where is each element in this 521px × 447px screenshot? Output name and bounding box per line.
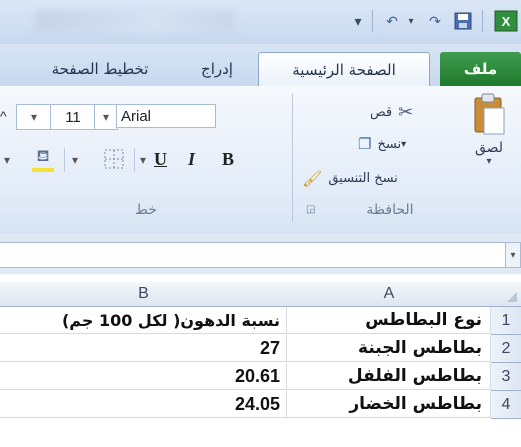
- scissors-icon: ✂: [398, 101, 414, 123]
- cell-a3[interactable]: بطاطس الفلفل: [287, 363, 491, 390]
- row-header-2[interactable]: 2: [491, 335, 521, 363]
- font-name-field[interactable]: Arial: [116, 104, 216, 128]
- format-painter-label: نسخ التنسيق: [328, 170, 398, 186]
- copy-dropdown-icon: ▾: [401, 138, 407, 150]
- underline-button[interactable]: U: [154, 146, 167, 172]
- cell-b1[interactable]: نسبة الدهون( لكل 100 جم): [0, 307, 287, 334]
- font-size-dropdown-icon[interactable]: ▾: [16, 104, 52, 130]
- save-icon[interactable]: [450, 10, 476, 32]
- bold-button[interactable]: B: [222, 146, 234, 172]
- tab-insert[interactable]: إدراج: [186, 52, 248, 86]
- tab-home[interactable]: الصفحة الرئيسية: [258, 52, 430, 87]
- cell-b4[interactable]: 24.05: [0, 391, 287, 418]
- ribbon: لصق ▾ ✂ قص ▾ نسخ ❐ نسخ التنسيق 🖌 الحافظة…: [0, 86, 521, 235]
- clipboard-launcher-icon[interactable]: ◲: [306, 204, 315, 215]
- cell-a2[interactable]: بطاطس الجبنة: [287, 335, 491, 362]
- font-color-dropdown-icon[interactable]: ▾: [4, 148, 10, 172]
- brush-icon: 🖌: [302, 168, 323, 188]
- clipboard-group-label: الحافظة: [366, 202, 414, 218]
- grow-font-icon[interactable]: ^: [0, 104, 8, 128]
- customize-toolbar-icon[interactable]: ▾: [348, 10, 368, 32]
- font-group-label: خط: [135, 202, 157, 218]
- cut-label: قص: [370, 104, 393, 120]
- fill-color-button[interactable]: ⛾: [30, 144, 56, 174]
- formula-bar: ▾: [0, 234, 521, 275]
- cell-a1[interactable]: نوع البطاطس: [287, 307, 491, 334]
- font-name-dropdown-icon[interactable]: ▾: [94, 104, 118, 130]
- redo-icon[interactable]: ↷: [422, 10, 448, 32]
- quick-access-toolbar: ▾ ↶ ▾ ↷ X: [0, 0, 521, 44]
- paste-icon: [474, 93, 505, 135]
- paste-button[interactable]: لصق ▾: [460, 92, 518, 188]
- row-header-3[interactable]: 3: [491, 363, 521, 391]
- select-all-corner[interactable]: [491, 282, 521, 307]
- format-painter-button[interactable]: نسخ التنسيق 🖌: [302, 166, 398, 190]
- underline-dropdown-icon[interactable]: ▾: [140, 148, 146, 172]
- column-header-b[interactable]: B: [0, 282, 288, 307]
- column-header-a[interactable]: A: [287, 282, 492, 307]
- formula-bar-expand-icon[interactable]: ▾: [505, 242, 521, 268]
- row-header-1[interactable]: 1: [491, 307, 521, 335]
- formula-input[interactable]: [0, 242, 507, 268]
- cell-a4[interactable]: بطاطس الخضار: [287, 391, 491, 418]
- fill-color-bar: [32, 167, 54, 172]
- excel-logo-icon: X: [490, 10, 521, 32]
- cut-button[interactable]: ✂ قص: [370, 100, 413, 124]
- tab-file[interactable]: ملف: [440, 52, 521, 86]
- undo-dropdown-icon[interactable]: ▾: [404, 10, 418, 32]
- font-size-field[interactable]: 11: [50, 104, 96, 130]
- cell-b2[interactable]: 27: [0, 335, 287, 362]
- svg-text:X: X: [501, 14, 510, 29]
- fill-bucket-icon: ⛾: [36, 147, 50, 165]
- copy-button[interactable]: ▾ نسخ ❐: [358, 132, 410, 156]
- copy-label: نسخ: [377, 136, 402, 152]
- paste-dropdown-icon: ▾: [486, 156, 492, 167]
- row-header-4[interactable]: 4: [491, 391, 521, 419]
- italic-button[interactable]: I: [188, 146, 195, 172]
- ribbon-tab-strip: ملف الصفحة الرئيسية إدراج تخطيط الصفحة: [0, 44, 521, 87]
- undo-icon[interactable]: ↶: [380, 10, 404, 32]
- worksheet: B A 1 نوع البطاطس نسبة الدهون( لكل 100 ج…: [0, 274, 521, 447]
- cell-b3[interactable]: 20.61: [0, 363, 287, 390]
- borders-dropdown-icon[interactable]: ▾: [72, 148, 78, 172]
- paste-label: لصق: [474, 140, 504, 156]
- borders-icon: [104, 149, 124, 169]
- borders-button[interactable]: [104, 146, 124, 172]
- title-bar-blurred: [35, 10, 235, 32]
- copy-icon: ❐: [358, 135, 372, 153]
- tab-page-layout[interactable]: تخطيط الصفحة: [30, 52, 170, 86]
